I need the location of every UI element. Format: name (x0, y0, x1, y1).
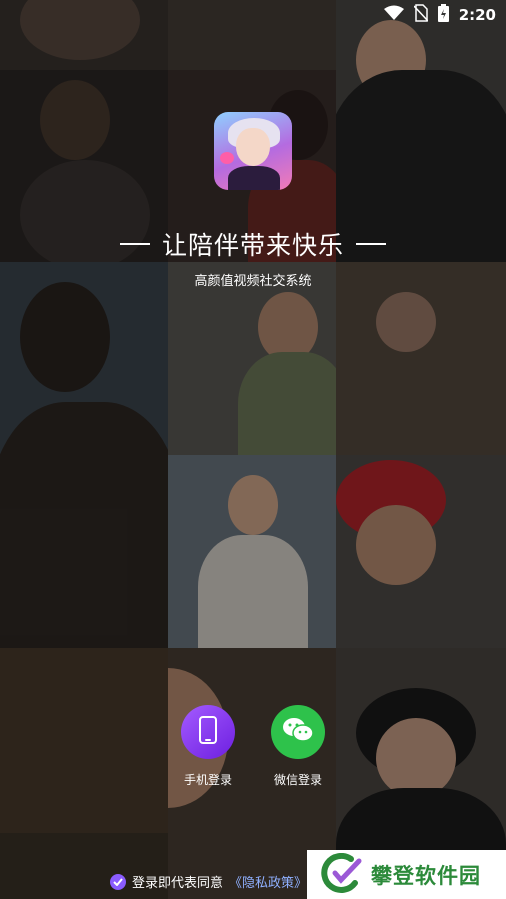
watermark-text: 攀登软件园 (371, 863, 481, 888)
headline-text: 让陪伴带来快乐 (161, 231, 344, 260)
subtitle: 高颜值视频社交系统 (194, 274, 312, 289)
no-sim-icon (413, 4, 429, 26)
wechat-icon (282, 716, 314, 748)
wechat-login-circle[interactable] (271, 705, 325, 759)
phone-icon (199, 716, 217, 748)
privacy-agreement: 登录即代表同意 《隐私政策》 (110, 872, 307, 891)
privacy-prefix: 登录即代表同意 (132, 876, 224, 891)
phone-login-circle[interactable] (181, 705, 235, 759)
app-logo (214, 112, 292, 190)
watermark-logo-icon (321, 852, 363, 897)
headline-dash-right (356, 243, 386, 245)
wechat-login-button[interactable]: 微信登录 (258, 705, 338, 788)
status-bar: 2:20 (0, 0, 506, 30)
phone-login-label[interactable]: 手机登录 (168, 771, 248, 788)
headline: 让陪伴带来快乐 (0, 226, 506, 262)
status-time: 2:20 (458, 6, 496, 24)
battery-icon (437, 4, 449, 26)
watermark: 攀登软件园 (307, 850, 506, 899)
checkbox-checked-icon[interactable] (110, 873, 126, 890)
wifi-icon (383, 5, 404, 25)
privacy-policy-link[interactable]: 《隐私政策》 (229, 872, 307, 891)
phone-login-button[interactable]: 手机登录 (168, 705, 248, 788)
headline-dash-left (119, 243, 150, 245)
wechat-login-label[interactable]: 微信登录 (258, 771, 338, 788)
